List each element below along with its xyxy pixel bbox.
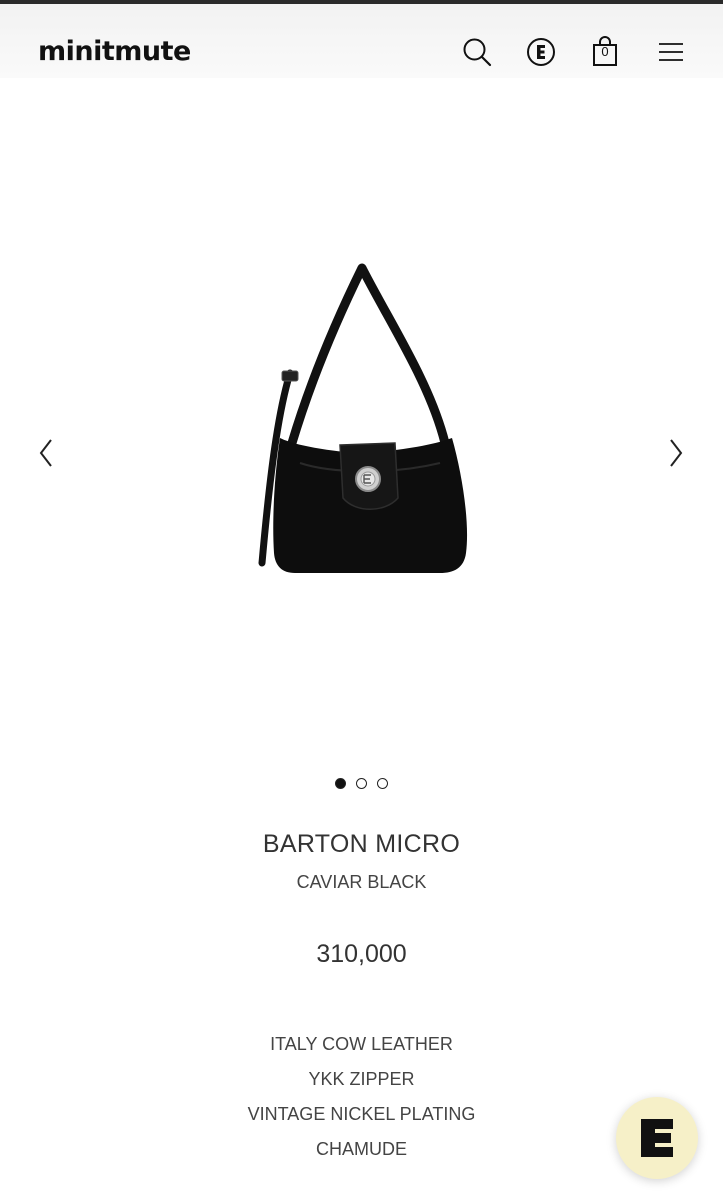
product-feature: CHAMUDE — [315, 1139, 407, 1159]
menu-button[interactable] — [653, 34, 689, 70]
product-image-handbag — [258, 263, 468, 573]
carousel-dot-1[interactable] — [335, 777, 346, 789]
site-header: minitmute 0 — [0, 4, 723, 78]
carousel-next-button[interactable] — [661, 433, 691, 473]
chevron-left-icon — [39, 439, 52, 467]
carousel-pagination — [0, 775, 723, 791]
chat-button[interactable] — [616, 1097, 698, 1179]
product-price: 310,000 — [316, 940, 407, 968]
chevron-right-icon — [670, 439, 683, 467]
product-feature: ITALY COW LEATHER — [270, 1034, 453, 1054]
product-color: CAVIAR BLACK — [296, 872, 427, 892]
product-feature: YKK ZIPPER — [308, 1069, 415, 1089]
carousel-dot-3[interactable] — [377, 777, 388, 789]
cart-count-badge: 0 — [601, 44, 609, 59]
brand-e-button[interactable] — [523, 34, 559, 70]
product-feature: VINTAGE NICKEL PLATING — [247, 1104, 476, 1124]
brand-e-icon — [527, 38, 555, 66]
carousel-dot-2[interactable] — [356, 777, 367, 789]
search-button[interactable] — [459, 34, 495, 70]
cart-button[interactable]: 0 — [587, 34, 623, 70]
menu-icon — [659, 43, 683, 61]
brand-logo[interactable]: minitmute — [38, 36, 191, 67]
product-name: BARTON MICRO — [262, 830, 461, 858]
carousel-prev-button[interactable] — [31, 433, 61, 473]
chat-bubble-icon — [641, 1119, 673, 1157]
product-image-carousel[interactable] — [0, 78, 723, 778]
search-icon — [463, 38, 492, 67]
